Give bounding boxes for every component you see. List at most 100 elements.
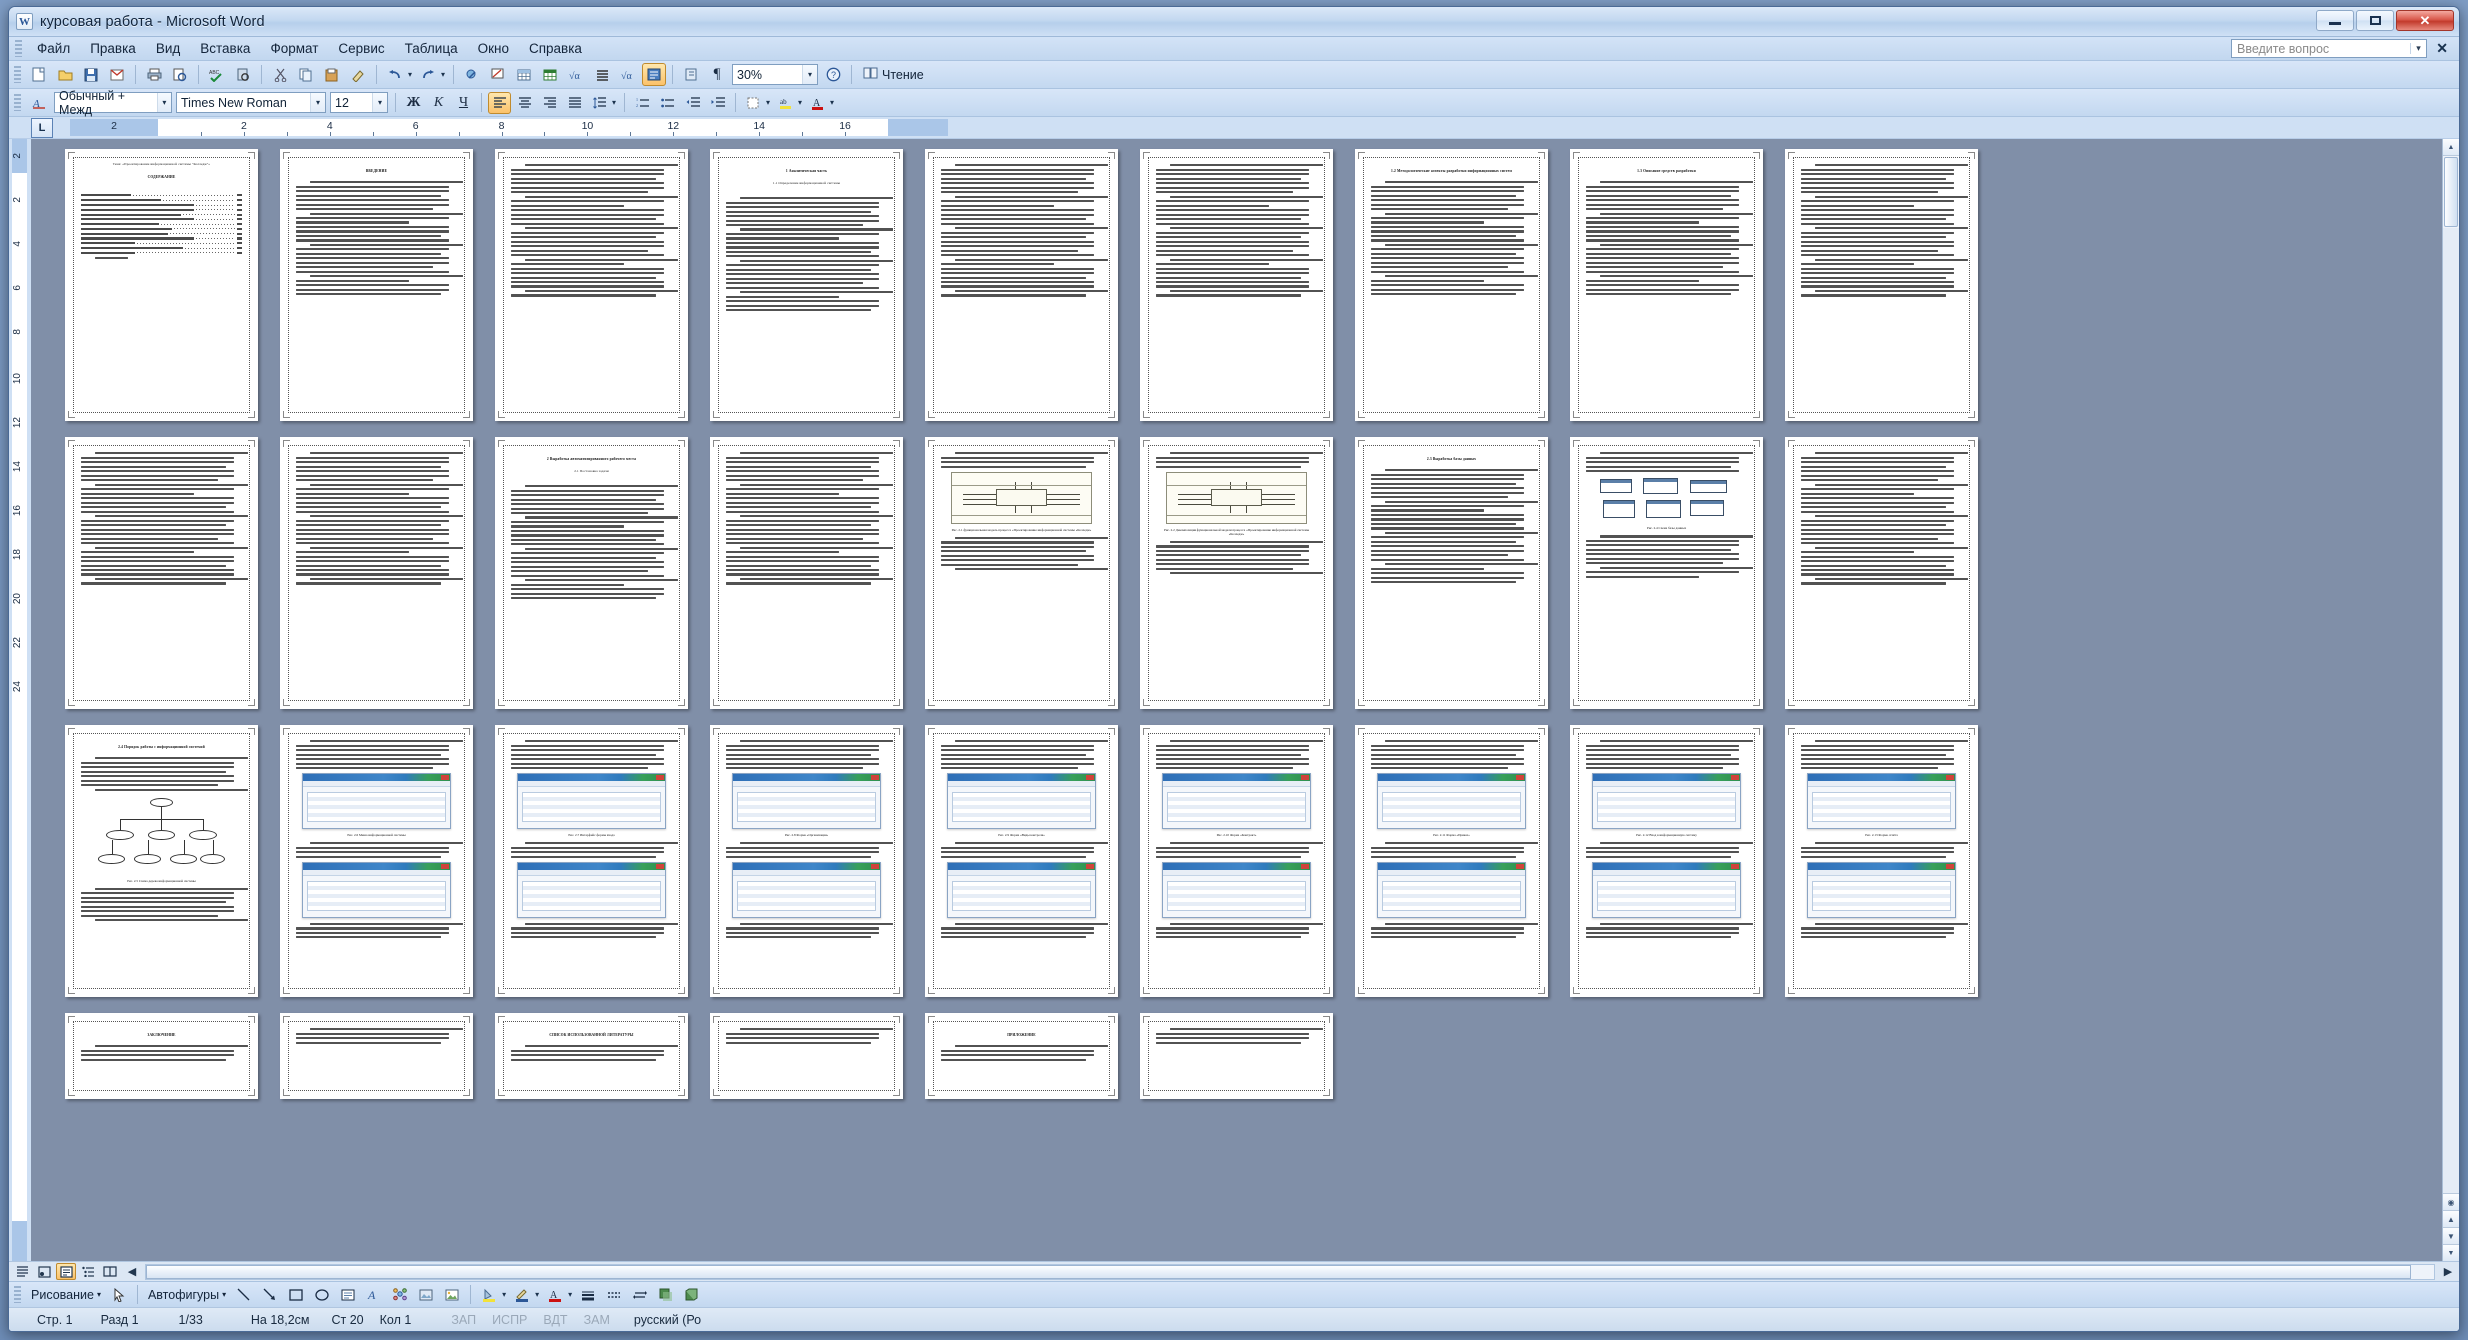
document-page[interactable]: 1 Аналитическая часть 1.1 Определение инф… <box>710 149 903 421</box>
maximize-button[interactable] <box>2356 10 2394 31</box>
email-icon[interactable] <box>105 63 129 86</box>
redo-dropdown-icon[interactable]: ▾ <box>441 70 448 79</box>
toc-entry[interactable] <box>81 227 242 230</box>
document-page[interactable]: Рис. 2.13 Форма отчёта <box>1785 725 1978 997</box>
increase-indent-button[interactable] <box>706 92 729 114</box>
insert-table-icon[interactable] <box>512 63 536 86</box>
scroll-right-button[interactable]: ▶ <box>2438 1263 2458 1280</box>
line-color-dropdown-icon[interactable]: ▾ <box>535 1290 542 1299</box>
document-page[interactable]: Рис. 2.9 Форма «Виды контроля» <box>925 725 1118 997</box>
document-page[interactable]: Рис. 2.8 Форма «Организация» <box>710 725 903 997</box>
menu-item-window[interactable]: Окно <box>468 39 519 58</box>
open-folder-icon[interactable] <box>53 63 77 86</box>
undo-icon[interactable] <box>383 63 407 86</box>
undo-dropdown-icon[interactable]: ▾ <box>408 70 415 79</box>
chevron-down-icon[interactable]: ▾ <box>2410 43 2426 54</box>
menu-item-format[interactable]: Формат <box>260 39 328 58</box>
menu-item-view[interactable]: Вид <box>146 39 190 58</box>
toc-entry[interactable] <box>81 246 242 250</box>
arrow-style-icon[interactable] <box>628 1283 652 1306</box>
toc-entry[interactable] <box>81 213 242 216</box>
toc-entry[interactable] <box>81 199 242 202</box>
highlight-dropdown-icon[interactable]: ▾ <box>798 98 805 107</box>
document-page[interactable]: ЗАКЛЮЧЕНИЕ <box>65 1013 258 1099</box>
toc-entry[interactable] <box>81 194 242 197</box>
vertical-scroll-track[interactable] <box>2443 228 2459 1193</box>
styles-and-formatting-icon[interactable]: A <box>27 91 51 114</box>
document-page[interactable]: СПИСОК ИСПОЛЬЗОВАННОЙ ЛИТЕРАТУРЫ <box>495 1013 688 1099</box>
oval-icon[interactable] <box>310 1283 334 1306</box>
borders-button[interactable] <box>742 92 765 114</box>
chevron-down-icon[interactable]: ▾ <box>802 65 817 84</box>
underline-button[interactable]: Ч <box>452 92 475 114</box>
dash-style-icon[interactable] <box>602 1283 626 1306</box>
close-button[interactable]: ✕ <box>2396 10 2454 31</box>
show-hide-formatting-icon[interactable] <box>679 63 703 86</box>
tab-stop-selector[interactable]: L <box>31 117 53 138</box>
chevron-down-icon[interactable]: ▾ <box>156 93 171 112</box>
document-page[interactable] <box>65 437 258 709</box>
document-page[interactable] <box>280 1013 473 1099</box>
line-color-icon[interactable] <box>510 1283 534 1306</box>
document-page[interactable]: Рис. 2.12 Вход в информационную систему <box>1570 725 1763 997</box>
reading-layout-icon[interactable] <box>642 63 666 86</box>
font-color-dropdown-icon[interactable]: ▾ <box>830 98 837 107</box>
document-page[interactable] <box>1140 149 1333 421</box>
redo-icon[interactable] <box>416 63 440 86</box>
toc-entry[interactable] <box>81 218 242 221</box>
ruler-text-area[interactable]: 2 4 6 8 10 12 14 16 <box>158 119 888 136</box>
status-record-mode[interactable]: ЗАП <box>443 1313 484 1327</box>
diagram-icon[interactable] <box>388 1283 412 1306</box>
document-page[interactable]: ВВЕДЕНИЕ <box>280 149 473 421</box>
next-page-button[interactable]: ▼ <box>2443 1227 2459 1244</box>
autoshapes-menu-button[interactable]: Автофигуры ▾ <box>143 1288 231 1302</box>
menu-item-file[interactable]: Файл <box>27 39 80 58</box>
menu-item-table[interactable]: Таблица <box>395 39 468 58</box>
document-page[interactable] <box>710 437 903 709</box>
style-combobox[interactable]: Обычный + Межд ▾ <box>54 89 172 117</box>
status-track-changes[interactable]: ИСПР <box>484 1313 535 1327</box>
status-extend-selection[interactable]: ВДТ <box>535 1313 575 1327</box>
menu-item-edit[interactable]: Правка <box>80 39 146 58</box>
document-page[interactable] <box>1140 1013 1333 1099</box>
horizontal-ruler[interactable]: 2 2 4 6 8 10 12 14 16 <box>70 119 948 136</box>
font-color-dropdown-icon[interactable]: ▾ <box>568 1290 575 1299</box>
document-page[interactable]: 2.4 Порядок работы с информационной сист… <box>65 725 258 997</box>
chevron-down-icon[interactable]: ▾ <box>222 1290 226 1299</box>
menu-item-help[interactable]: Справка <box>519 39 592 58</box>
document-page[interactable]: Рис. 2.1 функциональная модель процесса … <box>925 437 1118 709</box>
status-overtype[interactable]: ЗАМ <box>576 1313 618 1327</box>
document-page[interactable]: 2 Выработка автоматизированного рабочего… <box>495 437 688 709</box>
document-page[interactable] <box>495 149 688 421</box>
document-page[interactable]: Рис. 2.6 Меню информационной системы <box>280 725 473 997</box>
spellcheck-icon[interactable]: ABC <box>205 63 229 86</box>
align-right-button[interactable] <box>538 92 561 114</box>
insert-hyperlink-icon[interactable] <box>460 63 484 86</box>
scroll-down-button[interactable]: ▼ <box>2443 1244 2459 1261</box>
align-center-button[interactable] <box>513 92 536 114</box>
print-icon[interactable] <box>142 63 166 86</box>
vertical-scrollbar[interactable]: ▲ ◉ ▲ ▼ ▼ <box>2442 139 2459 1261</box>
decrease-indent-button[interactable] <box>681 92 704 114</box>
line-spacing-button[interactable] <box>588 92 611 114</box>
chevron-down-icon[interactable]: ▾ <box>97 1290 101 1299</box>
font-color-button[interactable]: A <box>806 92 829 114</box>
document-map-icon[interactable]: √α <box>616 63 640 86</box>
print-preview-icon[interactable] <box>168 63 192 86</box>
cut-icon[interactable] <box>268 63 292 86</box>
horizontal-scroll-thumb[interactable] <box>146 1264 2412 1279</box>
toc-entry[interactable] <box>81 208 242 211</box>
minimize-button[interactable] <box>2316 10 2354 31</box>
vertical-ruler[interactable]: 2 2 4 6 8 10 12 14 16 18 20 22 24 <box>9 139 31 1261</box>
menu-drag-handle[interactable] <box>15 40 22 57</box>
chevron-down-icon[interactable]: ▾ <box>372 93 387 112</box>
copy-icon[interactable] <box>294 63 318 86</box>
document-page[interactable] <box>1785 437 1978 709</box>
standard-toolbar-drag-handle[interactable] <box>14 66 21 83</box>
toc-entry[interactable] <box>81 237 242 240</box>
toc-entry[interactable] <box>81 251 242 254</box>
new-document-icon[interactable] <box>27 63 51 86</box>
toc-entry[interactable] <box>81 232 242 235</box>
rectangle-icon[interactable] <box>284 1283 308 1306</box>
document-page[interactable] <box>925 149 1118 421</box>
